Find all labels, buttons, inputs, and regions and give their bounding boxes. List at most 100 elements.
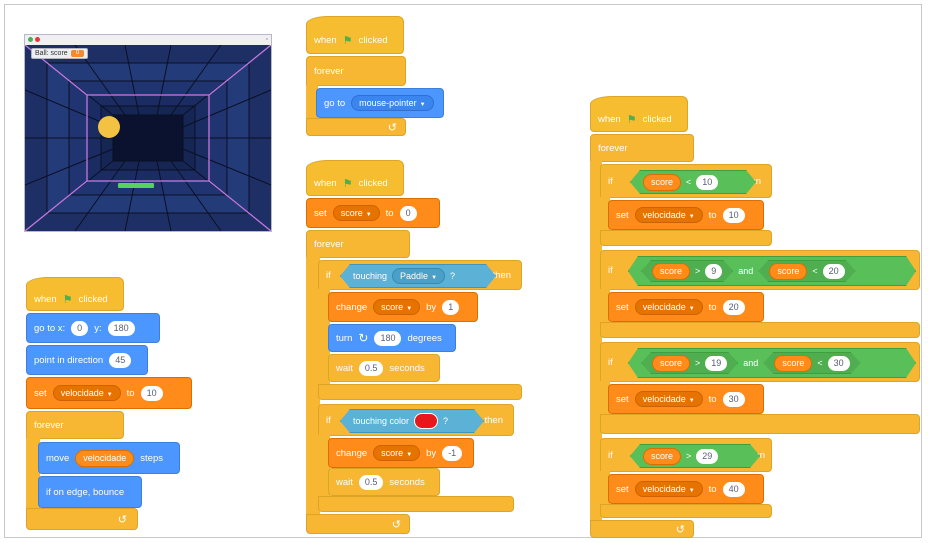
score-reporter[interactable]: score <box>774 355 812 372</box>
chevron-down-icon: ▼ <box>688 488 695 494</box>
touching-target-dropdown[interactable]: Paddle ▼ <box>392 268 445 284</box>
forever-block[interactable]: forever <box>26 411 124 439</box>
velocidade-reporter[interactable]: velocidade <box>75 449 135 467</box>
touching-color-condition[interactable]: touching color ? <box>340 409 484 433</box>
change-score-block[interactable]: change score ▼ by 1 <box>328 292 478 322</box>
set-velocidade-block[interactable]: set velocidade ▼ to 30 <box>608 384 764 414</box>
score-lt-20-condition[interactable]: score < 20 <box>758 260 855 282</box>
compare-input[interactable]: 20 <box>823 264 845 279</box>
score-reporter[interactable]: score <box>769 263 807 280</box>
wait-block[interactable]: wait 0.5 seconds <box>328 468 440 496</box>
point-in-direction-block[interactable]: point in direction 45 <box>26 345 148 375</box>
compare-input[interactable]: 19 <box>705 356 727 371</box>
forever-bottom: ↺ <box>26 508 138 530</box>
value-input[interactable]: 1 <box>442 299 460 315</box>
chevron-down-icon: ▼ <box>365 212 372 218</box>
fullscreen-icon[interactable]: ▫ <box>266 35 268 44</box>
forever-bottom: ↺ <box>590 520 694 538</box>
variable-dropdown[interactable]: score ▼ <box>373 445 421 461</box>
wait-input[interactable]: 0.5 <box>358 360 384 376</box>
forever-block[interactable]: forever <box>306 56 406 86</box>
move-steps-block[interactable]: move velocidade steps <box>38 442 180 474</box>
compare-input[interactable]: 10 <box>696 175 718 190</box>
question-mark: ? <box>450 271 456 281</box>
variable-dropdown[interactable]: score ▼ <box>373 299 421 315</box>
value-input[interactable]: 30 <box>722 391 745 407</box>
variable-name: score <box>381 302 404 312</box>
variable-dropdown[interactable]: velocidade ▼ <box>52 385 121 401</box>
if-label: if <box>608 264 613 276</box>
value-input[interactable]: 20 <box>722 299 745 315</box>
then-label: then <box>492 269 512 281</box>
variable-dropdown[interactable]: velocidade ▼ <box>634 299 703 315</box>
target-name: mouse-pointer <box>359 98 417 108</box>
compare-input[interactable]: 9 <box>705 264 722 279</box>
loop-arrow-icon: ↺ <box>675 524 685 536</box>
set-velocidade-block[interactable]: set velocidade ▼ to 40 <box>608 474 764 504</box>
goto-xy-block[interactable]: go to x: 0 y: 180 <box>26 313 160 343</box>
touching-paddle-condition[interactable]: touching Paddle ▼ ? <box>340 264 496 288</box>
when-flag-clicked-hat[interactable]: when ⚑ clicked <box>590 96 688 132</box>
variable-dropdown[interactable]: velocidade ▼ <box>634 391 703 407</box>
steps-label: steps <box>140 452 163 464</box>
when-flag-clicked-hat[interactable]: when ⚑ clicked <box>26 277 124 311</box>
stage-green-flag-icon[interactable] <box>28 37 33 42</box>
to-label: to <box>708 301 717 313</box>
monitor-value: 0 <box>70 50 85 57</box>
color-swatch[interactable] <box>414 413 438 429</box>
stage-tunnel-scene <box>25 45 271 231</box>
variable-dropdown[interactable]: velocidade ▼ <box>634 481 703 497</box>
direction-input[interactable]: 45 <box>109 352 132 368</box>
wait-input[interactable]: 0.5 <box>358 474 384 490</box>
when-flag-clicked-hat[interactable]: when ⚑ clicked <box>306 160 404 196</box>
value-input[interactable]: 10 <box>722 207 745 223</box>
forever-block[interactable]: forever <box>306 230 410 258</box>
variable-dropdown[interactable]: score ▼ <box>332 205 380 221</box>
score-gt-29-condition[interactable]: score > 29 <box>630 444 760 468</box>
hat-clicked-label: clicked <box>358 34 388 46</box>
score-reporter[interactable]: score <box>643 448 681 465</box>
stage-preview[interactable]: ▫ Ball: score 0 <box>24 34 272 232</box>
change-score-block[interactable]: change score ▼ by -1 <box>328 438 474 468</box>
set-score-block[interactable]: set score ▼ to 0 <box>306 198 440 228</box>
value-input[interactable]: 0 <box>399 205 417 221</box>
compare-input[interactable]: 29 <box>696 449 718 464</box>
goto-target-dropdown[interactable]: mouse-pointer ▼ <box>351 95 434 111</box>
forever-block[interactable]: forever <box>590 134 694 162</box>
score-lt-10-condition[interactable]: score < 10 <box>630 170 756 194</box>
score-reporter[interactable]: score <box>652 355 690 372</box>
score-gt-19-condition[interactable]: score > 19 <box>641 352 738 374</box>
degrees-input[interactable]: 180 <box>374 330 402 346</box>
score-reporter[interactable]: score <box>643 174 681 191</box>
forever-label: forever <box>314 65 344 77</box>
set-velocidade-block[interactable]: set velocidade ▼ to 20 <box>608 292 764 322</box>
set-velocidade-block[interactable]: set velocidade ▼ to 10 <box>608 200 764 230</box>
operator-label: < <box>817 358 823 368</box>
score-lt-30-condition[interactable]: score < 30 <box>763 352 860 374</box>
variable-name: velocidade <box>60 388 104 398</box>
value-input[interactable]: -1 <box>442 445 463 461</box>
value-input[interactable]: 40 <box>722 481 745 497</box>
if-label: if <box>608 356 613 368</box>
turn-clockwise-icon: ↻ <box>358 331 369 345</box>
compare-input[interactable]: 30 <box>828 356 850 371</box>
value-input[interactable]: 10 <box>140 385 163 401</box>
stage-stop-icon[interactable] <box>35 37 40 42</box>
set-velocidade-block[interactable]: set velocidade ▼ to 10 <box>26 377 192 409</box>
if-on-edge-bounce-block[interactable]: if on edge, bounce <box>38 476 142 508</box>
set-label: set <box>616 483 629 495</box>
turn-degrees-block[interactable]: turn ↻ 180 degrees <box>328 324 456 352</box>
x-input[interactable]: 0 <box>71 320 89 336</box>
score-reporter[interactable]: score <box>652 263 690 280</box>
and-condition[interactable]: score > 19 and score < 30 <box>628 348 916 378</box>
chevron-down-icon: ▼ <box>688 214 695 220</box>
goto-target-block[interactable]: go to mouse-pointer ▼ <box>316 88 444 118</box>
variable-dropdown[interactable]: velocidade ▼ <box>634 207 703 223</box>
score-gt-9-condition[interactable]: score > 9 <box>641 260 733 282</box>
and-condition[interactable]: score > 9 and score < 20 <box>628 256 916 286</box>
set-label: set <box>34 387 47 399</box>
wait-block[interactable]: wait 0.5 seconds <box>328 354 440 382</box>
when-flag-clicked-hat[interactable]: when ⚑ clicked <box>306 16 404 54</box>
chevron-down-icon: ▼ <box>431 275 438 281</box>
y-input[interactable]: 180 <box>107 320 135 336</box>
